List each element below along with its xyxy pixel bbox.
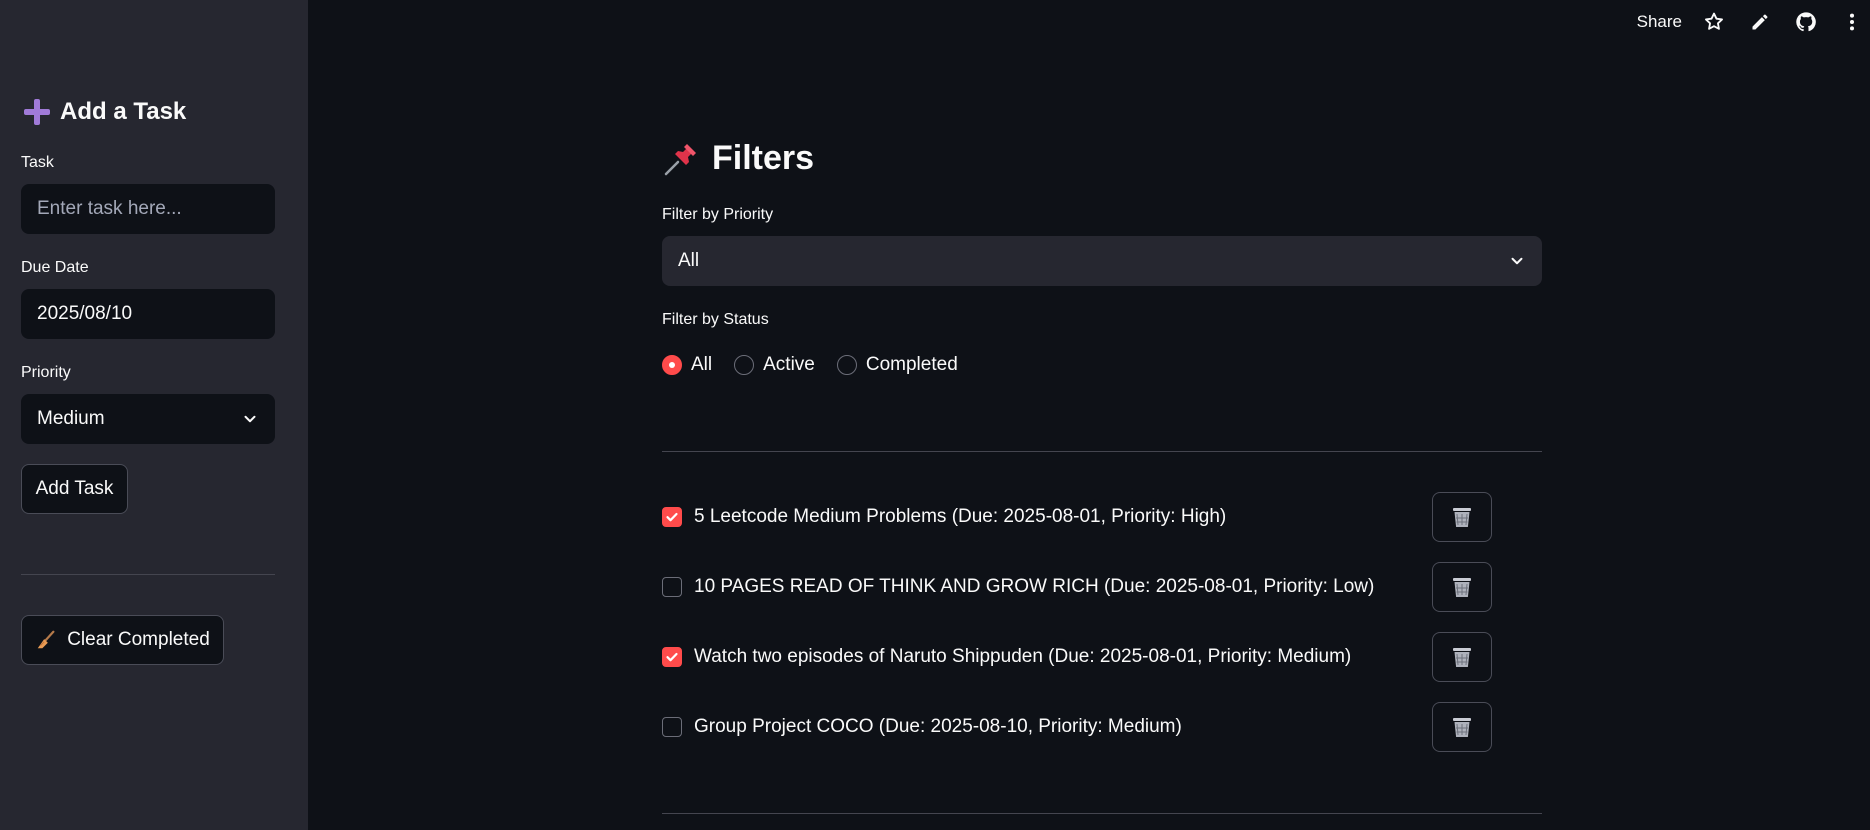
- delete-task-button[interactable]: [1432, 562, 1492, 612]
- task-text: 5 Leetcode Medium Problems (Due: 2025-08…: [694, 506, 1227, 527]
- sidebar-title-text: Add a Task: [60, 98, 187, 125]
- page-title: Filters: [662, 138, 814, 178]
- plus-icon: [24, 99, 50, 125]
- status-filter-radio-group: All Active Completed: [662, 354, 980, 376]
- clear-completed-button[interactable]: Clear Completed: [21, 615, 224, 665]
- broom-icon: [37, 630, 55, 649]
- delete-task-button[interactable]: [1432, 632, 1492, 682]
- wastebasket-icon: [1453, 718, 1471, 737]
- star-icon[interactable]: [1702, 10, 1726, 34]
- wastebasket-icon: [1453, 508, 1471, 527]
- chevron-down-icon: [244, 415, 256, 423]
- task-checkbox[interactable]: [662, 577, 682, 597]
- priority-filter-label: Filter by Priority: [662, 206, 774, 223]
- radio-label: Completed: [865, 354, 958, 375]
- chevron-down-icon: [1511, 257, 1523, 265]
- task-text: 10 PAGES READ OF THINK AND GROW RICH (Du…: [694, 576, 1375, 597]
- radio-circle[interactable]: [734, 355, 755, 375]
- task-checkbox[interactable]: [662, 717, 682, 737]
- sidebar-title: Add a Task: [24, 98, 186, 126]
- checkmark-icon: [666, 512, 678, 522]
- priority-label: Priority: [21, 364, 71, 381]
- radio-circle-checked[interactable]: [662, 355, 682, 375]
- pushpin-icon: [664, 144, 696, 176]
- github-icon[interactable]: [1794, 10, 1818, 34]
- delete-task-button[interactable]: [1432, 702, 1492, 752]
- radio-label: Active: [763, 354, 815, 375]
- due-date-value: 2025/08/10: [37, 303, 133, 324]
- task-row: 10 PAGES READ OF THINK AND GROW RICH (Du…: [662, 562, 1492, 612]
- priority-select[interactable]: Medium: [21, 394, 275, 444]
- app: Add a Task Task Due Date 2025/08/10 Prio…: [0, 0, 1870, 830]
- page-title-text: Filters: [712, 138, 815, 177]
- sidebar-divider: [21, 574, 275, 575]
- task-row: Watch two episodes of Naruto Shippuden (…: [662, 632, 1492, 682]
- divider: [662, 451, 1542, 452]
- share-button[interactable]: Share: [1637, 12, 1682, 32]
- pencil-icon[interactable]: [1748, 10, 1772, 34]
- radio-circle[interactable]: [836, 355, 857, 375]
- priority-value: Medium: [37, 408, 105, 429]
- checkmark-icon: [666, 652, 678, 662]
- due-date-label: Due Date: [21, 259, 89, 276]
- toolbar: Share: [1637, 0, 1870, 44]
- status-radio-all[interactable]: All: [662, 354, 712, 376]
- wastebasket-icon: [1453, 648, 1471, 667]
- status-filter-label: Filter by Status: [662, 311, 769, 328]
- task-text: Group Project COCO (Due: 2025-08-10, Pri…: [694, 716, 1182, 737]
- clear-completed-label: Clear Completed: [67, 629, 210, 650]
- wastebasket-icon: [1453, 578, 1471, 597]
- more-vertical-icon[interactable]: [1840, 10, 1864, 34]
- task-row: 5 Leetcode Medium Problems (Due: 2025-08…: [662, 492, 1492, 542]
- task-text: Watch two episodes of Naruto Shippuden (…: [694, 646, 1352, 667]
- add-task-label: Add Task: [35, 478, 114, 499]
- add-task-button[interactable]: Add Task: [21, 464, 128, 514]
- status-radio-completed[interactable]: Completed: [836, 354, 958, 376]
- divider: [662, 813, 1542, 814]
- task-checkbox-checked[interactable]: [662, 647, 682, 667]
- priority-filter-value: All: [678, 250, 700, 271]
- sidebar: Add a Task Task Due Date 2025/08/10 Prio…: [0, 0, 308, 830]
- delete-task-button[interactable]: [1432, 492, 1492, 542]
- task-checkbox-checked[interactable]: [662, 507, 682, 527]
- task-row: Group Project COCO (Due: 2025-08-10, Pri…: [662, 702, 1492, 752]
- task-input-box[interactable]: [21, 184, 275, 234]
- due-date-input[interactable]: 2025/08/10: [21, 289, 275, 339]
- radio-label: All: [691, 354, 713, 375]
- status-radio-active[interactable]: Active: [734, 354, 815, 376]
- task-label: Task: [21, 154, 54, 171]
- priority-filter-select[interactable]: All: [662, 236, 1542, 286]
- task-input[interactable]: [37, 198, 259, 220]
